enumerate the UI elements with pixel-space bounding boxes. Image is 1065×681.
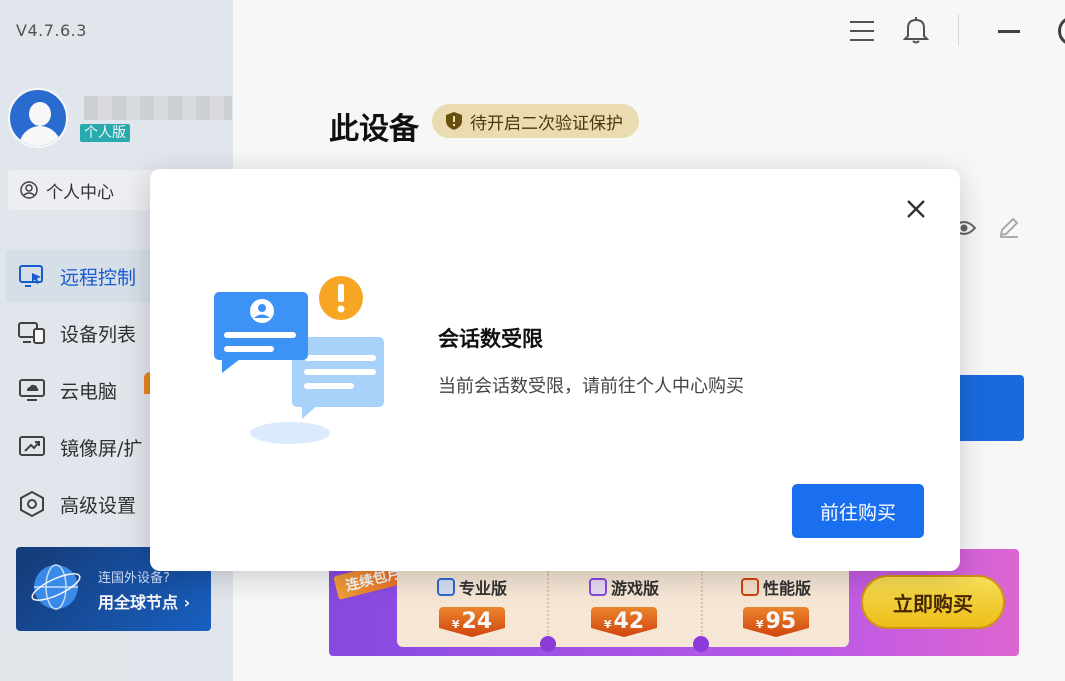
close-icon[interactable]	[902, 195, 930, 223]
go-purchase-button[interactable]: 前往购买	[792, 484, 924, 538]
chat-warning-illustration	[214, 276, 384, 444]
session-limit-dialog: 会话数受限 当前会话数受限，请前往个人中心购买 前往购买	[150, 169, 960, 571]
dialog-message: 当前会话数受限，请前往个人中心购买	[438, 376, 744, 397]
dialog-title: 会话数受限	[438, 327, 543, 351]
